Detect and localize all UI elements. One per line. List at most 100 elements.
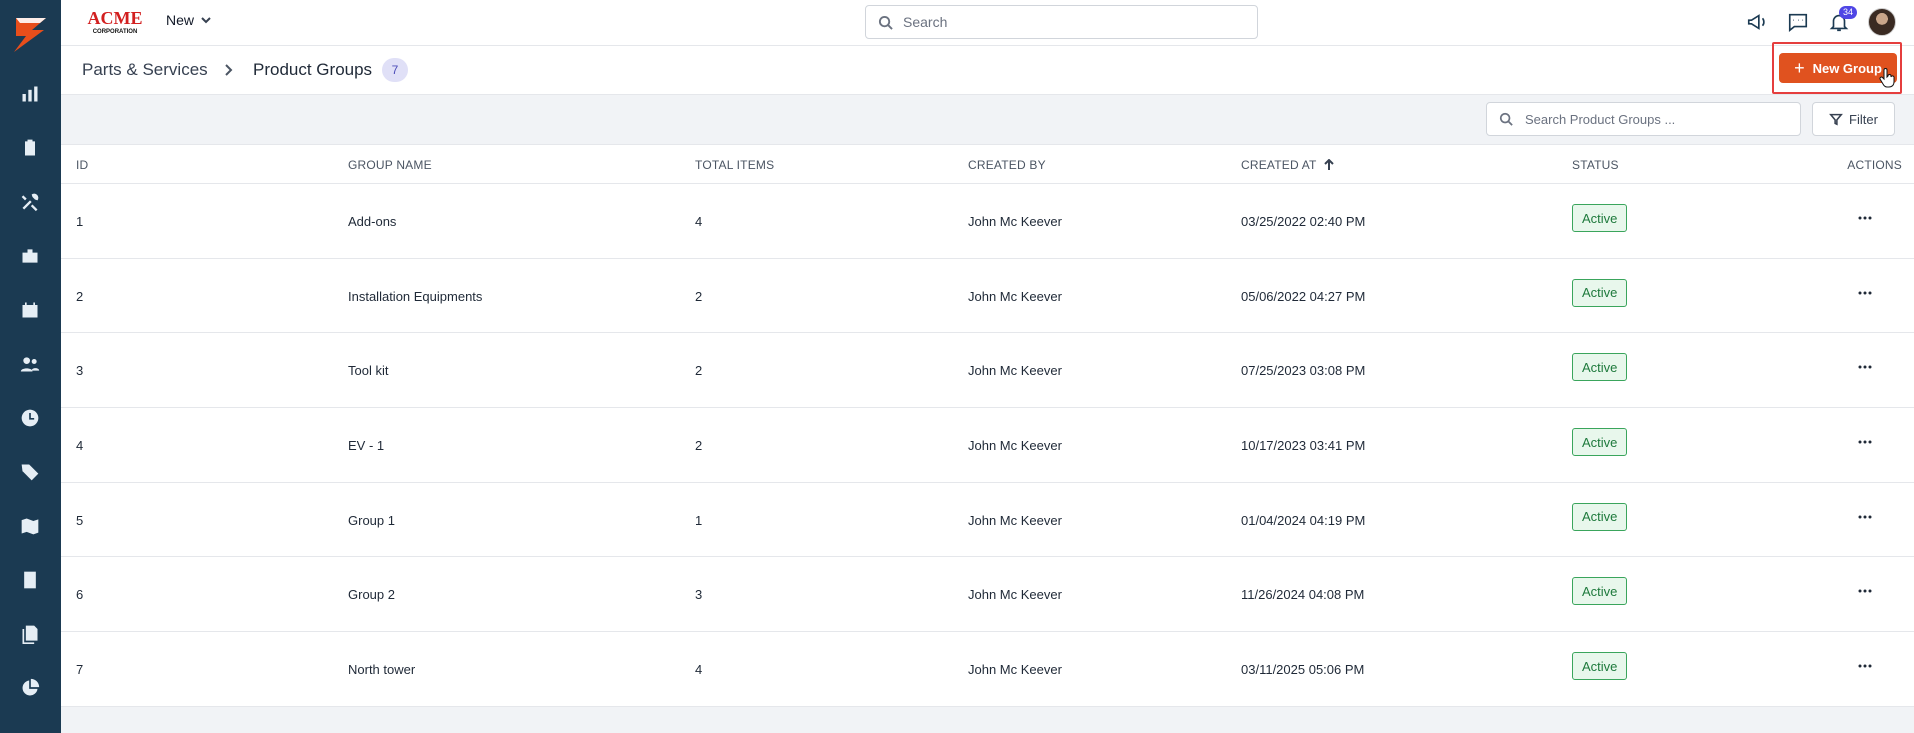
group-name: Installation Equipments [348, 288, 483, 304]
group-name: EV - 1 [348, 438, 385, 454]
search-icon [878, 15, 893, 30]
row-id: 6 [76, 587, 84, 603]
table-row[interactable]: 3 Tool kit 2 John Mc Keever 07/25/2023 03:08… [61, 333, 1914, 409]
header-created-at[interactable]: CREATED AT [1241, 158, 1335, 172]
created-at: 01/04/2024 04:19 PM [1241, 512, 1366, 528]
sidebar [0, 0, 61, 733]
table-row[interactable]: 4 EV - 1 2 John Mc Keever 10/17/2023 03:41 P… [61, 408, 1914, 483]
brand-logo[interactable]: ACME CORPORATION [83, 7, 147, 35]
group-name: Tool kit [348, 363, 389, 379]
filter-label: Filter [1849, 111, 1878, 127]
table-search-input[interactable] [1525, 111, 1785, 127]
header-total-items[interactable]: TOTAL ITEMS [695, 158, 774, 172]
notification-count-badge: 34 [1838, 6, 1857, 19]
created-by: John Mc Keever [968, 662, 1062, 678]
row-id: 5 [76, 512, 84, 528]
chat-icon[interactable] [1786, 10, 1810, 34]
status-badge: Active [1572, 577, 1628, 606]
status-badge: Active [1572, 353, 1628, 382]
product-groups-table: ID GROUP NAME TOTAL ITEMS CREATED BY CRE… [61, 144, 1914, 707]
created-at: 10/17/2023 03:41 PM [1241, 438, 1366, 454]
created-by: John Mc Keever [968, 214, 1062, 229]
more-options-icon[interactable] [1853, 281, 1877, 305]
map-icon[interactable] [18, 514, 42, 538]
created-by: John Mc Keever [968, 363, 1062, 379]
svg-text:ACME: ACME [88, 8, 143, 28]
pie-chart-icon[interactable] [18, 676, 42, 700]
created-at: 03/11/2025 05:06 PM [1241, 662, 1365, 678]
created-at: 07/25/2023 03:08 PM [1241, 363, 1366, 379]
new-menu[interactable]: New [166, 12, 212, 28]
more-options-icon[interactable] [1853, 579, 1877, 603]
clipboard-icon[interactable] [18, 136, 42, 160]
search-icon [1499, 112, 1513, 126]
users-icon[interactable] [18, 352, 42, 376]
header-id[interactable]: ID [76, 158, 88, 172]
table-row[interactable]: 1 Add-ons 4 John Mc Keever 03/25/2022 02:40 … [61, 184, 1914, 259]
more-options-icon[interactable] [1853, 430, 1877, 454]
avatar[interactable] [1868, 8, 1896, 36]
table-row[interactable]: 2 Installation Equipments 2 John Mc Keever 0… [61, 258, 1914, 334]
row-id: 3 [76, 363, 84, 379]
plus-icon: + [1794, 58, 1805, 78]
table-header: ID GROUP NAME TOTAL ITEMS CREATED BY CRE… [61, 144, 1914, 184]
created-by: John Mc Keever [968, 512, 1062, 528]
chevron-right-icon [221, 62, 235, 82]
total-items: 4 [695, 662, 703, 678]
bell-icon[interactable]: 34 [1827, 6, 1857, 34]
total-items: 2 [695, 288, 703, 304]
briefcase-icon[interactable] [18, 244, 42, 268]
row-id: 4 [76, 438, 84, 454]
created-at: 05/06/2022 04:27 PM [1241, 288, 1366, 304]
dashboard-chart-icon[interactable] [18, 82, 42, 106]
new-group-label: New Group [1812, 60, 1882, 76]
total-items: 2 [695, 363, 703, 379]
more-options-icon[interactable] [1853, 206, 1877, 230]
table-row[interactable]: 7 North tower 4 John Mc Keever 03/11/2025 05… [61, 632, 1914, 707]
created-at: 11/26/2024 04:08 PM [1241, 587, 1365, 603]
global-search[interactable] [865, 5, 1258, 39]
top-icons: 34 [1745, 6, 1896, 36]
table-search[interactable] [1486, 102, 1801, 136]
status-badge: Active [1572, 502, 1628, 531]
created-by: John Mc Keever [968, 288, 1062, 304]
status-badge: Active [1572, 428, 1628, 457]
group-name: Add-ons [348, 214, 397, 229]
header-group-name[interactable]: GROUP NAME [348, 158, 432, 172]
group-name: Group 2 [348, 587, 395, 603]
status-badge: Active [1572, 652, 1628, 681]
filter-button[interactable]: Filter [1812, 102, 1895, 136]
total-items: 1 [695, 512, 703, 528]
table-row[interactable]: 5 Group 1 1 John Mc Keever 01/04/2024 04:19 … [61, 482, 1914, 558]
header-status[interactable]: STATUS [1572, 158, 1619, 172]
breadcrumb-parent[interactable]: Parts & Services [82, 60, 208, 80]
calendar-icon[interactable] [18, 298, 42, 322]
sort-ascending-icon [1323, 159, 1334, 170]
documents-icon[interactable] [18, 622, 42, 646]
megaphone-icon[interactable] [1745, 10, 1769, 34]
clock-icon[interactable] [18, 406, 42, 430]
group-count-badge: 7 [382, 58, 408, 82]
header-actions: ACTIONS [1847, 158, 1902, 172]
app-logo-icon[interactable] [10, 14, 50, 54]
hand-cursor-icon [1879, 68, 1895, 88]
more-options-icon[interactable] [1853, 355, 1877, 379]
global-search-input[interactable] [903, 14, 1233, 30]
table-toolbar: Filter [61, 95, 1914, 144]
row-id: 2 [76, 288, 84, 304]
total-items: 4 [695, 214, 703, 229]
header-created-at-label: CREATED AT [1241, 158, 1317, 172]
table-row[interactable]: 6 Group 2 3 John Mc Keever 11/26/2024 04:08 … [61, 557, 1914, 633]
header-created-by[interactable]: CREATED BY [968, 158, 1046, 172]
page-title: Product Groups [253, 60, 373, 79]
tag-icon[interactable] [18, 460, 42, 484]
total-items: 3 [695, 587, 703, 603]
new-menu-label: New [166, 12, 195, 28]
page-header: Parts & Services Product Groups 7 + New … [61, 42, 1914, 95]
table-body: 1 Add-ons 4 John Mc Keever 03/25/2022 02:40 … [61, 184, 1914, 707]
filter-icon [1829, 113, 1843, 126]
tools-icon[interactable] [18, 190, 42, 214]
more-options-icon[interactable] [1853, 505, 1877, 529]
more-options-icon[interactable] [1853, 654, 1877, 678]
calculator-icon[interactable] [18, 568, 42, 592]
